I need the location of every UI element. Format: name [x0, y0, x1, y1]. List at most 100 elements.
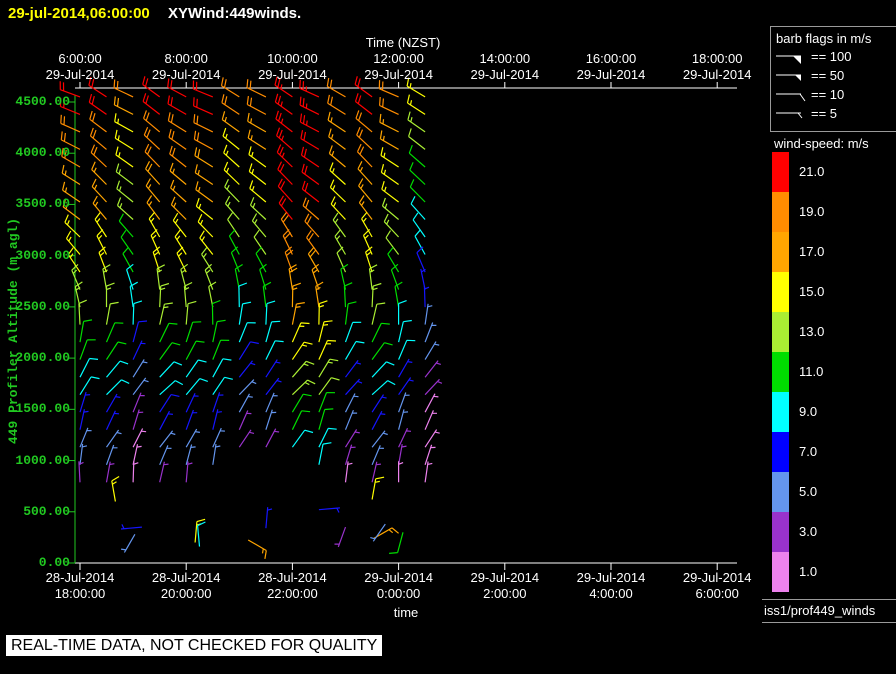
wind-barb: [105, 393, 121, 413]
wind-barb: [344, 409, 358, 430]
bottom-axis-tick-date: 28-Jul-2014: [151, 570, 221, 585]
colorbar-value: 1.0: [799, 564, 818, 579]
wind-barb: [159, 361, 183, 378]
wind-barb: [379, 113, 399, 133]
colorbar-value: 15.0: [799, 284, 825, 299]
bottom-axis-tick-date: 29-Jul-2014: [576, 570, 646, 585]
wind-barb: [398, 358, 413, 378]
wind-barb: [227, 212, 240, 238]
wind-barb: [212, 427, 225, 448]
wind-barb: [344, 444, 356, 465]
wind-barb: [238, 410, 252, 430]
wind-barb: [111, 475, 120, 502]
bottom-axis-tick-date: 29-Jul-2014: [364, 570, 433, 585]
y-axis-tick-label: 2500.00: [15, 298, 70, 314]
wind-barb: [143, 110, 161, 133]
wind-barb: [132, 359, 148, 378]
wind-barb: [291, 322, 310, 343]
wind-barb: [212, 443, 221, 465]
wind-barb: [120, 229, 134, 255]
top-axis-tick-time: 14:00:00: [479, 51, 531, 66]
top-axis-tick-date: 29-Jul-2014: [45, 67, 115, 82]
wind-barb: [299, 96, 320, 115]
wind-barb: [193, 130, 214, 150]
wind-barb: [334, 526, 347, 548]
wind-barb: [116, 180, 134, 203]
wind-barb: [424, 322, 437, 343]
wind-barb: [253, 229, 267, 255]
pennant-50-icon: [776, 74, 801, 81]
barb-flag-legend-entry: == 10: [774, 86, 844, 103]
wind-barb: [228, 229, 240, 255]
wind-barb: [185, 340, 205, 360]
barb-flag-legend-label: == 50: [811, 67, 845, 83]
wind-barb: [398, 409, 409, 430]
wind-barb: [379, 96, 399, 115]
wind-barb: [406, 94, 426, 115]
wind-barb: [424, 444, 436, 465]
wind-barb: [398, 461, 404, 483]
bottom-axis-tick-date: 28-Jul-2014: [45, 570, 115, 585]
wind-barb: [249, 180, 267, 203]
bottom-axis-tick-time: 0:00:00: [376, 586, 421, 601]
wind-barb: [291, 341, 313, 360]
colorbar-value: 19.0: [799, 204, 825, 219]
wind-barb: [79, 409, 89, 430]
wind-barb: [105, 461, 115, 483]
wind-barb: [371, 394, 387, 413]
legend-mid-divider: [770, 131, 896, 132]
wind-barb: [344, 429, 360, 448]
colorbar-title: wind-speed: m/s: [774, 136, 869, 151]
wind-barb: [318, 339, 337, 360]
wind-barb: [114, 113, 134, 133]
wind-barb: [185, 461, 193, 483]
colorbar-value: 13.0: [799, 324, 825, 339]
wind-barb: [105, 301, 119, 325]
wind-barb: [238, 322, 256, 343]
wind-barb: [265, 340, 284, 360]
top-axis-tick-time: 18:00:00: [691, 51, 743, 66]
wind-barb: [212, 339, 230, 360]
y-axis-tick-label: 4500.00: [15, 94, 70, 109]
wind-barb: [291, 302, 305, 325]
wind-barb: [424, 429, 440, 448]
wind-barb: [381, 197, 399, 220]
wind-barb: [265, 507, 273, 529]
wind-barb: [275, 110, 293, 133]
wind-barb: [148, 211, 161, 238]
wind-barb: [328, 128, 346, 150]
wind-barb: [291, 410, 311, 430]
wind-barb: [265, 359, 281, 378]
wind-barb: [79, 339, 96, 360]
bottom-axis-tick-date: 29-Jul-2014: [682, 570, 752, 585]
wind-barb: [328, 145, 346, 168]
top-axis-tick-time: 12:00:00: [373, 51, 424, 66]
wind-barb: [193, 114, 214, 133]
wind-barb: [132, 409, 144, 430]
wind-barb: [159, 461, 169, 483]
wind-barb: [114, 129, 134, 150]
top-axis-tick-date: 29-Jul-2014: [151, 67, 221, 82]
y-axis-tick-label: 3500.00: [15, 196, 70, 212]
wind-barb: [344, 321, 362, 343]
wind-barb: [345, 378, 363, 396]
wind-barb: [291, 393, 312, 413]
wind-barb: [424, 341, 440, 360]
wind-barb: [371, 322, 390, 343]
top-axis-tick-time: 16:00:00: [585, 51, 637, 66]
wind-barb: [167, 95, 187, 115]
bottom-axis-tick-date: 28-Jul-2014: [258, 570, 327, 585]
wind-barb: [371, 476, 385, 500]
wind-barb: [212, 392, 224, 413]
wind-barb: [416, 246, 426, 273]
wind-barb: [185, 321, 202, 343]
colorbar-value: 11.0: [799, 364, 824, 379]
wind-barb: [94, 212, 108, 238]
wind-barb: [398, 392, 410, 413]
wind-barb: [318, 358, 339, 378]
data-source-label: iss1/prof449_winds: [764, 603, 876, 618]
wind-barb: [185, 300, 197, 325]
top-axis-tick-date: 29-Jul-2014: [364, 67, 433, 82]
wind-barb: [159, 410, 173, 430]
wind-barb: [61, 164, 81, 186]
